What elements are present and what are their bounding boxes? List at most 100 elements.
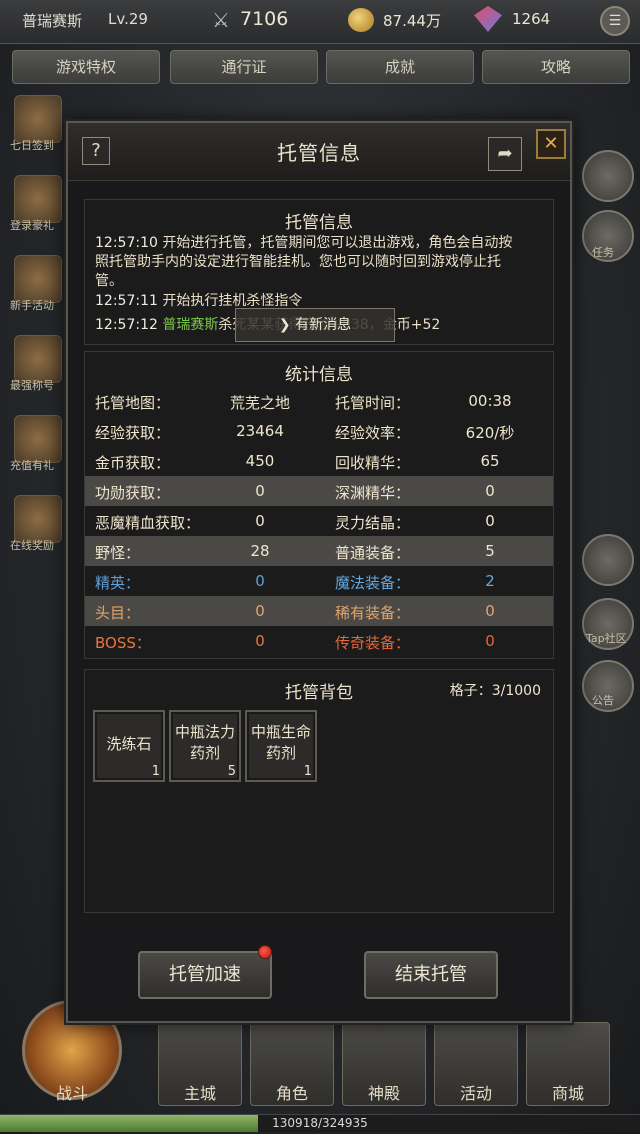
character-label: 角色 [275, 1084, 308, 1103]
speedup-button[interactable]: 托管加速 [138, 951, 272, 999]
newbie-event-icon[interactable] [14, 255, 62, 303]
stat-row: 恶魔精血获取： 0 灵力结晶： 0 [85, 506, 553, 536]
experience-bar: 130918/324935 [0, 1114, 640, 1132]
bag-item-count: 1 [151, 764, 160, 779]
log-time: 12:57:11 [95, 293, 158, 309]
stats-panel-title: 统计信息 [285, 365, 353, 385]
stat-value: 0 [255, 512, 265, 530]
stat-value: 荒芜之地 [229, 394, 290, 412]
combat-power: 7106 [240, 8, 289, 30]
seven-day-signin-icon[interactable] [14, 95, 62, 143]
tab-game-privilege[interactable]: 游戏特权 [12, 50, 160, 84]
gold-amount: 87.44万 [383, 12, 441, 30]
stat-row: BOSS： 0 传奇装备： 0 [85, 626, 553, 656]
gold-coin-icon[interactable] [348, 8, 374, 32]
stat-value: 5 [485, 542, 495, 560]
stat-label: 金币获取： [95, 454, 171, 472]
bag-item[interactable]: 洗练石 1 [93, 710, 165, 782]
stat-value: 65 [480, 452, 500, 470]
bag-item[interactable]: 中瓶法力药剂 5 [169, 710, 241, 782]
side-label: 新手活动 [10, 299, 54, 312]
online-reward-icon[interactable] [14, 495, 62, 543]
stat-label: 深渊精华： [335, 484, 411, 502]
bag-item-name: 中瓶生命药剂 [251, 723, 312, 762]
auto-play-bag-panel: 托管背包 格子：3/1000 洗练石 1 中瓶法力药剂 5 中瓶生命药剂 1 [84, 669, 554, 913]
stat-label: 经验效率： [335, 424, 411, 442]
main-city-label: 主城 [183, 1084, 216, 1103]
side-label: 充值有礼 [10, 459, 54, 472]
stat-value: 28 [250, 542, 270, 560]
stat-value: 0 [485, 482, 495, 500]
auto-play-log-panel: 托管信息 12:57:10 开始进行托管，托管期间您可以退出游戏，角色会自动按照… [84, 199, 554, 345]
auto-play-info-dialog: ? 托管信息 ➦ ✕ 托管信息 12:57:10 开始进行托管，托管期间您可以退… [66, 121, 572, 1023]
announcement-label: 公告 [592, 694, 614, 707]
stat-value: 23464 [236, 422, 284, 440]
stat-label: 传奇装备： [335, 634, 411, 652]
log-line: 12:57:10 开始进行托管，托管期间您可以退出游戏，角色会自动按照托管助手内… [95, 234, 515, 291]
stat-label: 稀有装备： [335, 604, 411, 622]
side-label: 最强称号 [10, 379, 54, 392]
share-button[interactable]: ➦ [488, 137, 522, 171]
stat-row: 头目： 0 稀有装备： 0 [85, 596, 553, 626]
log-text: 开始进行托管，托管期间您可以退出游戏，角色会自动按照托管助手内的设定进行智能挂机… [95, 235, 513, 289]
end-auto-play-button[interactable]: 结束托管 [364, 951, 498, 999]
stat-label: 回收精华： [335, 454, 411, 472]
title-icon[interactable] [14, 335, 62, 383]
side-label: 在线奖励 [10, 539, 54, 552]
stat-value: 0 [485, 602, 495, 620]
stat-label: 恶魔精血获取： [95, 514, 201, 532]
recharge-gift-icon[interactable] [14, 415, 62, 463]
menu-icon[interactable]: ☰ [600, 6, 630, 36]
stat-label: 灵力结晶： [335, 514, 411, 532]
stat-value: 0 [255, 572, 265, 590]
bag-item[interactable]: 中瓶生命药剂 1 [245, 710, 317, 782]
player-name: 普瑞赛斯 [22, 12, 83, 30]
log-time: 12:57:10 [95, 235, 158, 251]
stat-value: 0 [485, 512, 495, 530]
gem-amount: 1264 [512, 10, 551, 28]
stat-label: BOSS： [95, 634, 151, 652]
stat-value: 0 [255, 602, 265, 620]
chevron-down-icon: ❯ [278, 317, 291, 333]
tab-guide[interactable]: 攻略 [482, 50, 630, 84]
gem-icon[interactable] [474, 6, 502, 32]
bag-item-count: 1 [303, 764, 312, 779]
heart-icon[interactable] [582, 534, 634, 586]
tap-community-label: Tap社区 [586, 632, 627, 645]
stat-row: 精英： 0 魔法装备： 2 [85, 566, 553, 596]
log-panel-title: 托管信息 [285, 213, 353, 233]
temple-label: 神殿 [367, 1084, 400, 1103]
bag-item-name: 中瓶法力药剂 [175, 723, 236, 762]
tab-battle-pass[interactable]: 通行证 [170, 50, 318, 84]
tab-achievements[interactable]: 成就 [326, 50, 474, 84]
stat-label: 魔法装备： [335, 574, 411, 592]
stat-label: 经验获取： [95, 424, 171, 442]
character-icon[interactable] [582, 150, 634, 202]
stat-value: 00:38 [468, 392, 512, 410]
dialog-header: ? 托管信息 ➦ ✕ [68, 123, 570, 181]
top-nav-tabs: 游戏特权 通行证 成就 攻略 [0, 50, 640, 86]
top-status-bar: 普瑞赛斯 Lv.29 ⚔ 7106 87.44万 1264 ☰ [0, 0, 640, 44]
stat-value: 2 [485, 572, 495, 590]
bag-slot-count: 格子：3/1000 [449, 683, 541, 699]
log-text: 开始执行挂机杀怪指令 [162, 293, 303, 309]
stat-value: 0 [255, 482, 265, 500]
log-player-name: 普瑞赛斯 [162, 317, 219, 333]
new-message-button[interactable]: ❯ 有新消息 [235, 308, 395, 342]
events-label: 活动 [459, 1084, 492, 1103]
stat-row: 野怪： 28 普通装备： 5 [85, 536, 553, 566]
statistics-panel: 统计信息 托管地图： 荒芜之地 托管时间： 00:38 经验获取： 23464 经验效率： 6… [84, 351, 554, 659]
stat-value: 0 [255, 632, 265, 650]
stat-label: 野怪： [95, 544, 141, 562]
stat-value: 450 [245, 452, 275, 470]
login-gift-icon[interactable] [14, 175, 62, 223]
stat-row: 功勋获取： 0 深渊精华： 0 [85, 476, 553, 506]
side-label: 七日签到 [10, 139, 54, 152]
stat-label: 托管时间： [335, 394, 411, 412]
stat-row: 金币获取： 450 回收精华： 65 [85, 446, 553, 476]
stat-label: 托管地图： [95, 394, 171, 412]
shop-label: 商城 [551, 1084, 584, 1103]
player-level: Lv.29 [108, 10, 148, 28]
close-button[interactable]: ✕ [536, 129, 566, 159]
bag-item-name: 洗练石 [106, 735, 152, 753]
